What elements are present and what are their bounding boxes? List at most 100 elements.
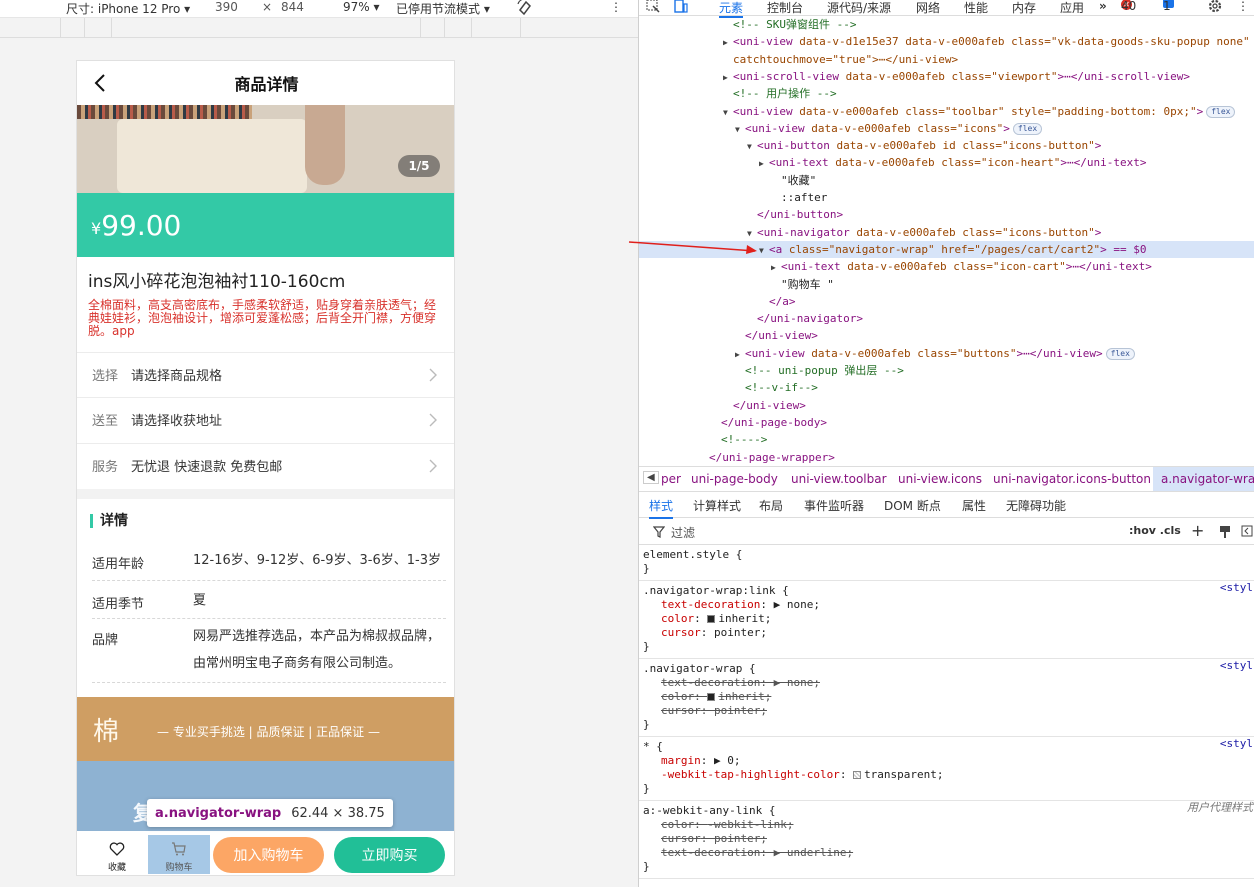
dom-node[interactable]: ::after	[639, 189, 1254, 206]
more-options-icon[interactable]: ⋮	[610, 0, 622, 14]
flex-badge[interactable]: flex	[1206, 105, 1236, 118]
tab-console[interactable]: 控制台	[767, 0, 803, 16]
css-declaration[interactable]: color: inherit;	[643, 690, 1254, 704]
css-declaration[interactable]: text-decoration: ▶ none;	[643, 676, 1254, 690]
css-declaration[interactable]: text-decoration: ▶ none;	[643, 598, 1254, 612]
dom-node[interactable]: ▼ <uni-button data-v-e000afeb id class="i…	[639, 137, 1254, 154]
cart-navigator[interactable]: 购物车	[148, 835, 210, 874]
height-input[interactable]: 844	[281, 0, 304, 14]
back-icon[interactable]	[89, 71, 113, 95]
expand-toggle-icon[interactable]: ▶	[723, 69, 733, 86]
paint-icon[interactable]	[1219, 525, 1231, 542]
dom-node[interactable]: catchtouchmove="true">⋯</uni-view>	[639, 51, 1254, 68]
color-swatch[interactable]	[707, 693, 716, 701]
tab-network[interactable]: 网络	[916, 0, 940, 16]
inspect-element-icon[interactable]	[645, 0, 661, 17]
css-declaration[interactable]: cursor: pointer;	[643, 626, 1254, 640]
devtools-menu-icon[interactable]: ⋮	[1237, 0, 1249, 13]
breadcrumb-item[interactable]: uni-page-body	[691, 472, 778, 486]
rule-source-link[interactable]: <styl	[1220, 737, 1253, 751]
tab-layout[interactable]: 布局	[759, 497, 783, 514]
flex-badge[interactable]: flex	[1012, 122, 1043, 135]
dom-node[interactable]: <!-- SKU弹窗组件 -->	[639, 16, 1254, 33]
device-select[interactable]: 尺寸: iPhone 12 Pro ▾	[66, 0, 190, 17]
dom-node[interactable]: ▼ <uni-view data-v-e000afeb class="icons"…	[639, 120, 1254, 137]
dom-node[interactable]: ▶ <uni-view data-v-d1e15e37 data-v-e000af…	[639, 33, 1254, 50]
toggle-sidebar-icon[interactable]	[1241, 525, 1253, 540]
dom-node[interactable]: </uni-page-body>	[639, 414, 1254, 431]
expand-toggle-icon[interactable]: ▶	[759, 155, 769, 172]
zoom-select[interactable]: 97% ▾	[343, 0, 380, 14]
width-input[interactable]: 390	[215, 0, 238, 14]
expand-toggle-icon[interactable]: ▶	[723, 34, 733, 51]
tab-performance[interactable]: 性能	[964, 0, 988, 16]
favorite-button[interactable]: 收藏	[97, 837, 137, 875]
css-rule[interactable]: a:-webkit-any-link {用户代理样式 color: -webkit…	[639, 801, 1254, 879]
product-image-swiper[interactable]: 1/5	[77, 105, 454, 193]
tab-application[interactable]: 应用	[1060, 0, 1084, 16]
css-rule[interactable]: .navigator-wrap:link {<styl text-decorati…	[639, 581, 1254, 659]
device-mode-icon[interactable]	[673, 0, 689, 17]
breadcrumb-item[interactable]: uni-navigator.icons-button	[993, 472, 1151, 486]
dom-node[interactable]: </uni-page-wrapper>	[639, 449, 1254, 466]
dom-node[interactable]: "收藏"	[639, 172, 1254, 189]
css-rule[interactable]: element.style {}	[639, 545, 1254, 581]
tab-computed[interactable]: 计算样式	[693, 497, 741, 514]
dom-node[interactable]: </uni-navigator>	[639, 310, 1254, 327]
tab-sources[interactable]: 源代码/来源	[827, 0, 891, 16]
color-swatch[interactable]	[853, 771, 862, 779]
dom-node[interactable]: ▶ <uni-text data-v-e000afeb class="icon-c…	[639, 258, 1254, 275]
css-rule[interactable]: .navigator-wrap {<styl text-decoration: ▶…	[639, 659, 1254, 737]
dom-node[interactable]: ▶ <uni-view data-v-e000afeb class="button…	[639, 345, 1254, 362]
css-declaration[interactable]: cursor: pointer;	[643, 832, 1254, 846]
rule-source-link[interactable]: 用户代理样式	[1187, 801, 1253, 815]
expand-toggle-icon[interactable]: ▼	[747, 138, 757, 155]
tab-event-listeners[interactable]: 事件监听器	[804, 497, 864, 514]
dom-node[interactable]: </uni-view>	[639, 327, 1254, 344]
css-rule[interactable]: * {<styl margin: ▶ 0; -webkit-tap-highligh…	[639, 737, 1254, 801]
breadcrumb-scroll-left-icon[interactable]: ◀	[643, 471, 659, 484]
css-declaration[interactable]: cursor: pointer;	[643, 704, 1254, 718]
breadcrumb-item[interactable]: uni-view.icons	[898, 472, 982, 486]
styles-filter-input[interactable]: 过滤	[671, 524, 695, 541]
add-to-cart-button[interactable]: 加入购物车	[213, 837, 324, 873]
rotate-icon[interactable]	[516, 0, 534, 19]
dom-node[interactable]: "购物车 "	[639, 276, 1254, 293]
throttle-select[interactable]: 已停用节流模式 ▾	[396, 0, 490, 17]
hov-cls-toggles[interactable]: :hov .cls	[1129, 524, 1181, 537]
tab-dom-breakpoints[interactable]: DOM 断点	[884, 497, 941, 514]
dom-node[interactable]: </uni-view>	[639, 397, 1254, 414]
breadcrumb-item[interactable]: per	[661, 472, 681, 486]
tab-memory[interactable]: 内存	[1012, 0, 1036, 16]
dom-node[interactable]: ▼ <uni-view data-v-e000afeb class="toolba…	[639, 103, 1254, 120]
expand-toggle-icon[interactable]: ▶	[771, 259, 781, 276]
css-declaration[interactable]: color: -webkit-link;	[643, 818, 1254, 832]
breadcrumb-item-selected[interactable]: a.navigator-wrap	[1153, 467, 1254, 491]
settings-gear-icon[interactable]	[1207, 0, 1223, 17]
expand-toggle-icon[interactable]: ▼	[723, 104, 733, 121]
dom-node[interactable]: ▶ <uni-scroll-view data-v-e000afeb class=…	[639, 68, 1254, 85]
dom-node[interactable]: <!---->	[639, 431, 1254, 448]
service-row[interactable]: 服务 无忧退 快速退款 免费包邮	[77, 443, 454, 487]
rule-source-link[interactable]: <styl	[1220, 581, 1253, 595]
rule-source-link[interactable]: <styl	[1220, 659, 1253, 673]
breadcrumb-item[interactable]: uni-view.toolbar	[791, 472, 887, 486]
expand-toggle-icon[interactable]: ▶	[735, 346, 745, 363]
dom-node[interactable]: <!--v-if-->	[639, 379, 1254, 396]
expand-toggle-icon[interactable]: ▼	[735, 121, 745, 138]
dom-node[interactable]: <!-- uni-popup 弹出层 -->	[639, 362, 1254, 379]
more-tabs-button[interactable]: »	[1099, 0, 1107, 13]
css-declaration[interactable]: color: inherit;	[643, 612, 1254, 626]
address-select-row[interactable]: 送至 请选择收获地址	[77, 397, 454, 441]
dom-node[interactable]: </uni-button>	[639, 206, 1254, 223]
buy-now-button[interactable]: 立即购买	[334, 837, 445, 873]
color-swatch[interactable]	[707, 615, 716, 623]
spec-select-row[interactable]: 选择 请选择商品规格	[77, 352, 454, 396]
css-declaration[interactable]: text-decoration: ▶ underline;	[643, 846, 1254, 860]
dom-node[interactable]: ▶ <uni-text data-v-e000afeb class="icon-h…	[639, 154, 1254, 171]
flex-badge[interactable]: flex	[1105, 347, 1135, 360]
css-declaration[interactable]: margin: ▶ 0;	[643, 754, 1254, 768]
css-declaration[interactable]: -webkit-tap-highlight-color: transparent…	[643, 768, 1254, 782]
tab-styles[interactable]: 样式	[649, 497, 674, 519]
tab-accessibility[interactable]: 无障碍功能	[1006, 497, 1066, 514]
